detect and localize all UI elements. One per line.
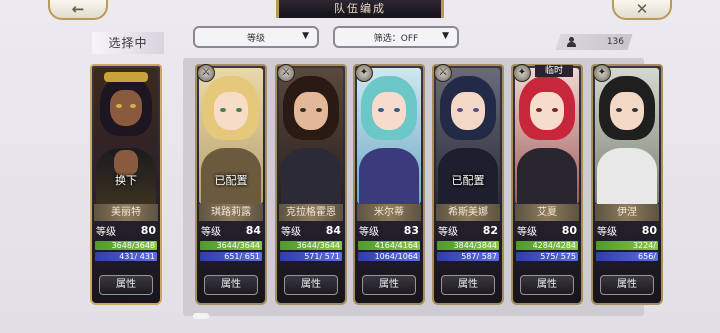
character-name: 伊涅 [595, 204, 659, 221]
character-portrait [515, 68, 579, 204]
level-value: 80 [140, 224, 156, 237]
weapon-type-icon: ✦ [513, 64, 531, 82]
level-label: 等级 [281, 227, 301, 238]
weapon-type-icon: ⚔ [197, 64, 215, 82]
filter-dropdown-label: 筛选：OFF [373, 33, 419, 44]
chevron-down-icon: ▼ [302, 31, 309, 41]
weapon-type-icon: ⚔ [277, 64, 295, 82]
level-value: 80 [561, 224, 577, 237]
swap-out-label: 换下 [115, 174, 137, 187]
level-value: 82 [482, 224, 498, 237]
hp-bar: 3648/3648 [95, 241, 157, 250]
attribute-button[interactable]: 属性 [600, 275, 654, 295]
hp-bar: 4284/4284 [516, 241, 578, 250]
close-icon: ✕ [635, 0, 649, 18]
level-label: 等级 [438, 227, 458, 238]
character-card[interactable]: 已配置 ⚔ 琪路莉露 等级 84 3644/3644 651/ 651 属性 [195, 64, 267, 305]
level-label: 等级 [517, 227, 537, 238]
deployed-label: 已配置 [214, 174, 248, 187]
close-button[interactable]: ✕ [612, 0, 672, 20]
weapon-type-icon: ✦ [355, 64, 373, 82]
character-card[interactable]: 已配置 ⚔ 希斯美娜 等级 82 3844/3844 587/ 587 属性 [432, 64, 504, 305]
sp-bar: 587/ 587 [437, 252, 499, 261]
attribute-button[interactable]: 属性 [520, 275, 574, 295]
unit-count: 136 [560, 34, 630, 50]
character-portrait: 已配置 [199, 68, 263, 204]
back-arrow-icon: ← [71, 0, 85, 18]
sp-bar: 1064/1064 [358, 252, 420, 261]
level-label: 等级 [96, 227, 116, 238]
character-name: 美丽特 [94, 204, 158, 221]
weapon-type-icon: ⚔ [434, 64, 452, 82]
level-label: 等级 [359, 227, 379, 238]
sp-bar: 656/ [596, 252, 658, 261]
character-portrait [279, 68, 343, 204]
sp-bar: 575/ 575 [516, 252, 578, 261]
level-value: 80 [641, 224, 657, 237]
sp-bar: 431/ 431 [95, 252, 157, 261]
character-card[interactable]: ✦ 米尔蒂 等级 83 4164/4164 1064/1064 属性 [353, 64, 425, 305]
selecting-label: 选择中 [92, 32, 164, 54]
deployed-label: 已配置 [451, 174, 485, 187]
level-row: 等级 83 [359, 223, 419, 238]
sort-dropdown-label: 等级 [246, 33, 265, 44]
sp-bar: 571/ 571 [280, 252, 342, 261]
sort-dropdown[interactable]: 等级 ▼ [193, 26, 319, 48]
level-value: 84 [245, 224, 261, 237]
hp-bar: 3844/3844 [437, 241, 499, 250]
character-portrait: 换下 [94, 68, 158, 204]
character-portrait [595, 68, 659, 204]
character-name: 米尔蒂 [357, 204, 421, 221]
attribute-button[interactable]: 属性 [362, 275, 416, 295]
character-name: 克拉格霍恩 [279, 204, 343, 221]
attribute-button[interactable]: 属性 [204, 275, 258, 295]
level-row: 等级 80 [96, 223, 156, 238]
weapon-type-icon: ✦ [593, 64, 611, 82]
character-portrait [357, 68, 421, 204]
attribute-button[interactable]: 属性 [99, 275, 153, 295]
level-row: 等级 84 [281, 223, 341, 238]
character-name: 琪路莉露 [199, 204, 263, 221]
character-name: 希斯美娜 [436, 204, 500, 221]
hp-bar: 3644/3644 [200, 241, 262, 250]
level-value: 84 [325, 224, 341, 237]
character-portrait: 已配置 [436, 68, 500, 204]
character-name: 艾夏 [515, 204, 579, 221]
level-row: 等级 80 [597, 223, 657, 238]
level-row: 等级 80 [517, 223, 577, 238]
filter-dropdown[interactable]: 筛选：OFF ▼ [333, 26, 459, 48]
character-card[interactable]: ✦ 临时 艾夏 等级 80 4284/4284 575/ 575 属性 [511, 64, 583, 305]
page-title: 队伍编成 [276, 0, 444, 18]
unit-count-value: 136 [606, 37, 624, 47]
level-label: 等级 [201, 227, 221, 238]
chevron-down-icon: ▼ [442, 31, 449, 41]
temporary-tag: 临时 [535, 65, 573, 77]
character-card[interactable]: ✦ 伊涅 等级 80 3224/ 656/ 属性 [591, 64, 663, 305]
scrollbar-thumb[interactable] [193, 313, 209, 319]
level-label: 等级 [597, 227, 617, 238]
hp-bar: 3644/3644 [280, 241, 342, 250]
character-card[interactable]: ⚔ 克拉格霍恩 等级 84 3644/3644 571/ 571 属性 [275, 64, 347, 305]
hp-bar: 3224/ [596, 241, 658, 250]
hp-bar: 4164/4164 [358, 241, 420, 250]
sp-bar: 651/ 651 [200, 252, 262, 261]
level-row: 等级 82 [438, 223, 498, 238]
person-icon [566, 37, 576, 47]
level-value: 83 [403, 224, 419, 237]
back-button[interactable]: ← [48, 0, 108, 20]
level-row: 等级 84 [201, 223, 261, 238]
selected-character-card[interactable]: 换下 美丽特 等级 80 3648/3648 431/ 431 属性 [90, 64, 162, 305]
attribute-button[interactable]: 属性 [284, 275, 338, 295]
attribute-button[interactable]: 属性 [441, 275, 495, 295]
